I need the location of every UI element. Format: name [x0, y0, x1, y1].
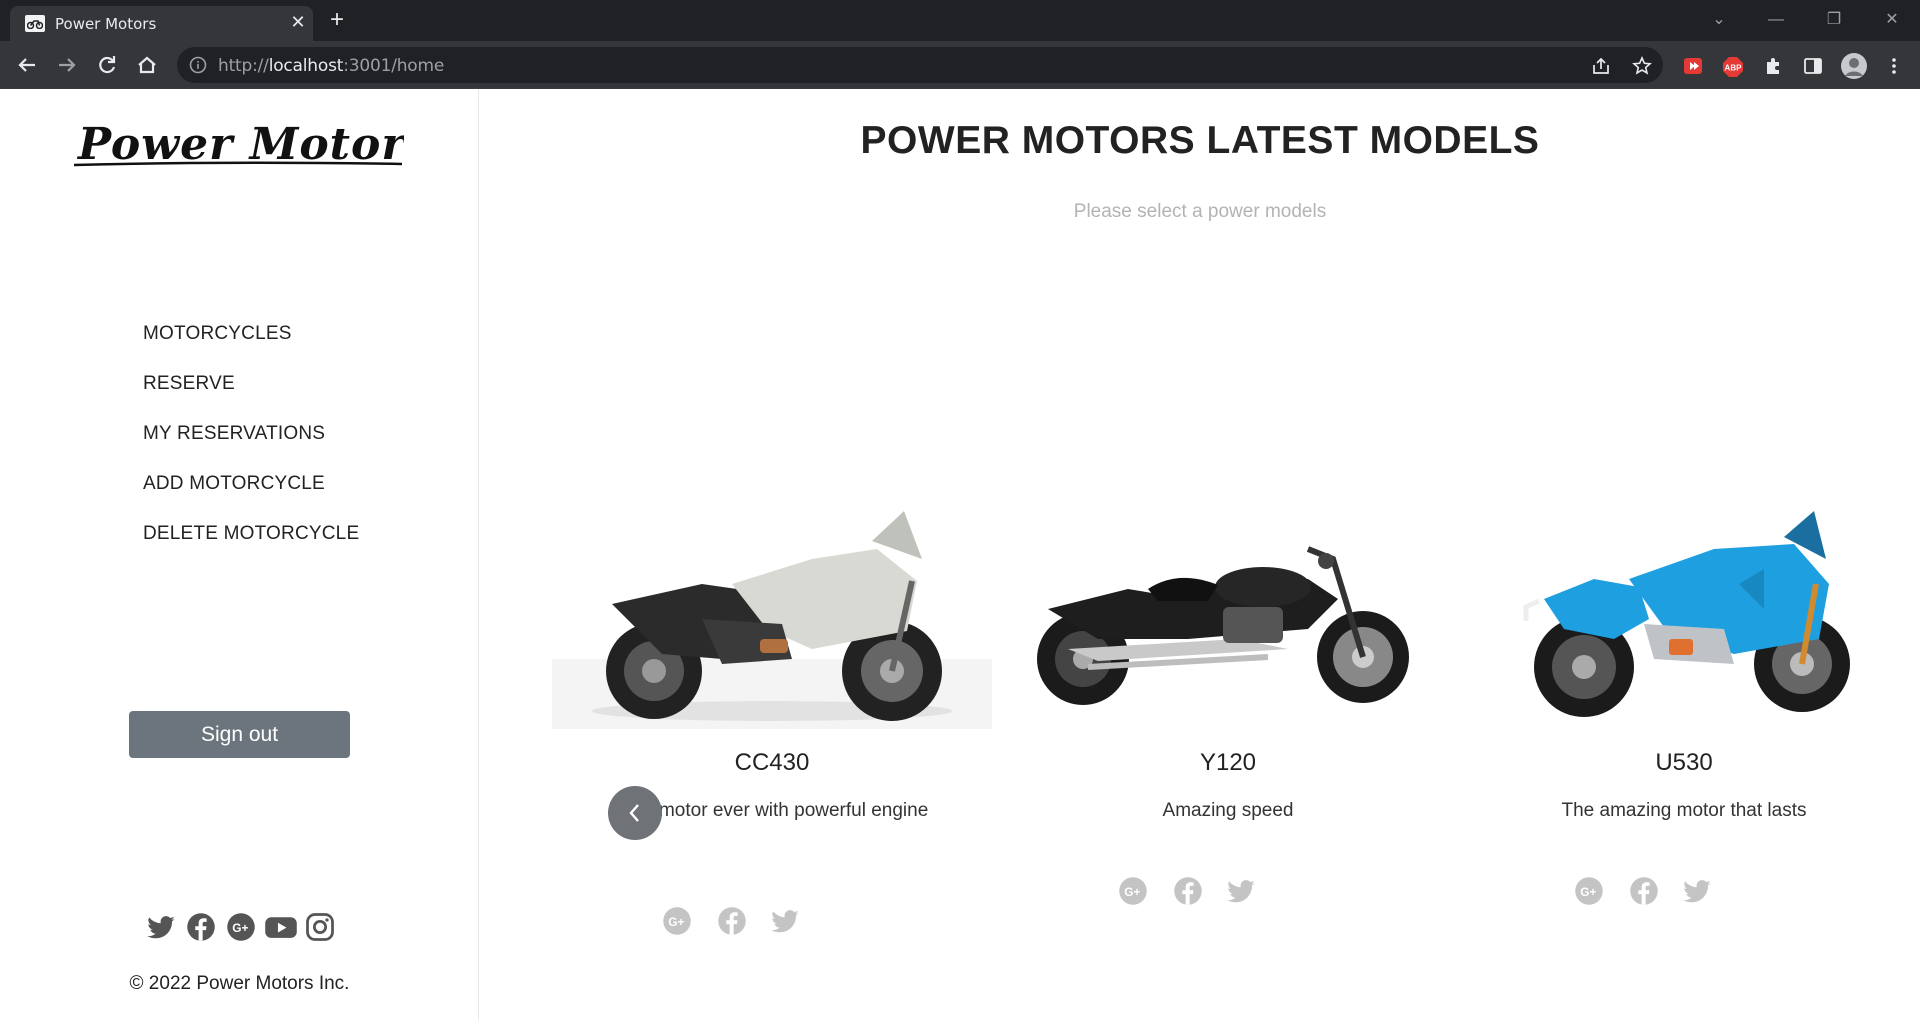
tab-title: Power Motors: [55, 15, 157, 33]
svg-text:ABP: ABP: [1725, 64, 1743, 73]
extension-red-icon[interactable]: [1683, 56, 1703, 76]
url-path: :3001/home: [343, 56, 445, 76]
nav-item-reserve[interactable]: RESERVE: [143, 359, 359, 409]
minimize-icon[interactable]: —: [1764, 8, 1788, 32]
browser-tab-strip: Power Motors ✕ + ⌄ — ❐ ✕: [0, 0, 1920, 41]
card-social-links: G+: [552, 906, 992, 936]
url-scheme: http://: [218, 56, 269, 76]
facebook-icon[interactable]: [717, 906, 747, 936]
google-plus-icon[interactable]: G+: [1574, 876, 1604, 906]
browser-menu-icon[interactable]: [1884, 56, 1904, 76]
model-name: CC430: [734, 749, 810, 776]
svg-text:G+: G+: [232, 921, 248, 935]
google-plus-icon[interactable]: G+: [662, 906, 692, 936]
motorcycle-image[interactable]: [1008, 489, 1448, 729]
url-text: http://localhost:3001/home: [218, 56, 444, 76]
extensions-puzzle-icon[interactable]: [1763, 56, 1783, 76]
side-panel-icon[interactable]: [1803, 56, 1823, 76]
nav-item-motorcycles[interactable]: MOTORCYCLES: [143, 309, 359, 359]
motorcycle-favicon-icon: [25, 15, 45, 32]
model-description: The amazing motor that lasts: [1561, 800, 1807, 821]
google-plus-icon[interactable]: G+: [226, 912, 256, 942]
facebook-icon[interactable]: [186, 912, 216, 942]
model-name: U530: [1655, 749, 1713, 776]
adblock-plus-icon[interactable]: ABP: [1722, 56, 1743, 77]
bookmark-star-icon[interactable]: [1632, 56, 1652, 81]
share-icon[interactable]: [1591, 56, 1611, 81]
nav-item-delete-motorcycle[interactable]: DELETE MOTORCYCLE: [143, 509, 359, 559]
forward-icon[interactable]: [53, 51, 81, 79]
nav-item-add-motorcycle[interactable]: ADD MOTORCYCLE: [143, 459, 359, 509]
instagram-icon[interactable]: [305, 912, 335, 942]
card-social-links: G+: [1464, 876, 1904, 906]
model-name: Y120: [1199, 749, 1257, 776]
site-info-icon[interactable]: [189, 56, 207, 79]
address-bar[interactable]: http://localhost:3001/home: [177, 47, 1663, 83]
nav-item-my-reservations[interactable]: MY RESERVATIONS: [143, 409, 359, 459]
twitter-icon[interactable]: [1682, 876, 1712, 906]
google-plus-icon[interactable]: G+: [1118, 876, 1148, 906]
model-description: Amazing speed: [1162, 800, 1294, 821]
close-window-icon[interactable]: ✕: [1880, 8, 1904, 32]
page-title: POWER MOTORS LATEST MODELS: [860, 119, 1540, 162]
tab-search-chevron-icon[interactable]: ⌄: [1707, 8, 1731, 32]
browser-tab[interactable]: Power Motors ✕: [10, 6, 313, 41]
card-social-links: G+: [1008, 876, 1448, 906]
sign-out-button[interactable]: Sign out: [129, 711, 350, 758]
svg-text:G+: G+: [668, 915, 684, 929]
youtube-icon[interactable]: [264, 912, 298, 942]
carousel-prev-button[interactable]: [608, 786, 662, 840]
twitter-icon[interactable]: [146, 912, 176, 942]
motorcycle-image[interactable]: [552, 489, 992, 729]
url-host: localhost: [268, 56, 344, 76]
facebook-icon[interactable]: [1173, 876, 1203, 906]
page-subtitle: Please select a power models: [1073, 201, 1327, 222]
sidebar: Power Motors MOTORCYCLES RESERVE MY RESE…: [0, 89, 479, 1020]
reload-icon[interactable]: [93, 51, 121, 79]
twitter-icon[interactable]: [1226, 876, 1256, 906]
copyright-text: © 2022 Power Motors Inc.: [129, 973, 350, 994]
home-icon[interactable]: [133, 51, 161, 79]
page: Power Motors MOTORCYCLES RESERVE MY RESE…: [0, 89, 1920, 1020]
power-motors-logo[interactable]: Power Motors: [72, 117, 430, 177]
main-content: POWER MOTORS LATEST MODELS Please select…: [480, 89, 1920, 1020]
profile-avatar-icon[interactable]: [1840, 52, 1868, 80]
new-tab-icon[interactable]: +: [325, 8, 349, 33]
tab-close-icon[interactable]: ✕: [288, 12, 308, 32]
svg-text:G+: G+: [1124, 885, 1140, 899]
motorcycle-image[interactable]: [1464, 489, 1904, 729]
restore-icon[interactable]: ❐: [1822, 8, 1846, 32]
svg-text:G+: G+: [1580, 885, 1596, 899]
back-icon[interactable]: [13, 51, 41, 79]
facebook-icon[interactable]: [1629, 876, 1659, 906]
twitter-icon[interactable]: [770, 906, 800, 936]
browser-toolbar: http://localhost:3001/home ABP: [0, 41, 1920, 89]
main-nav: MOTORCYCLES RESERVE MY RESERVATIONS ADD …: [143, 309, 359, 559]
